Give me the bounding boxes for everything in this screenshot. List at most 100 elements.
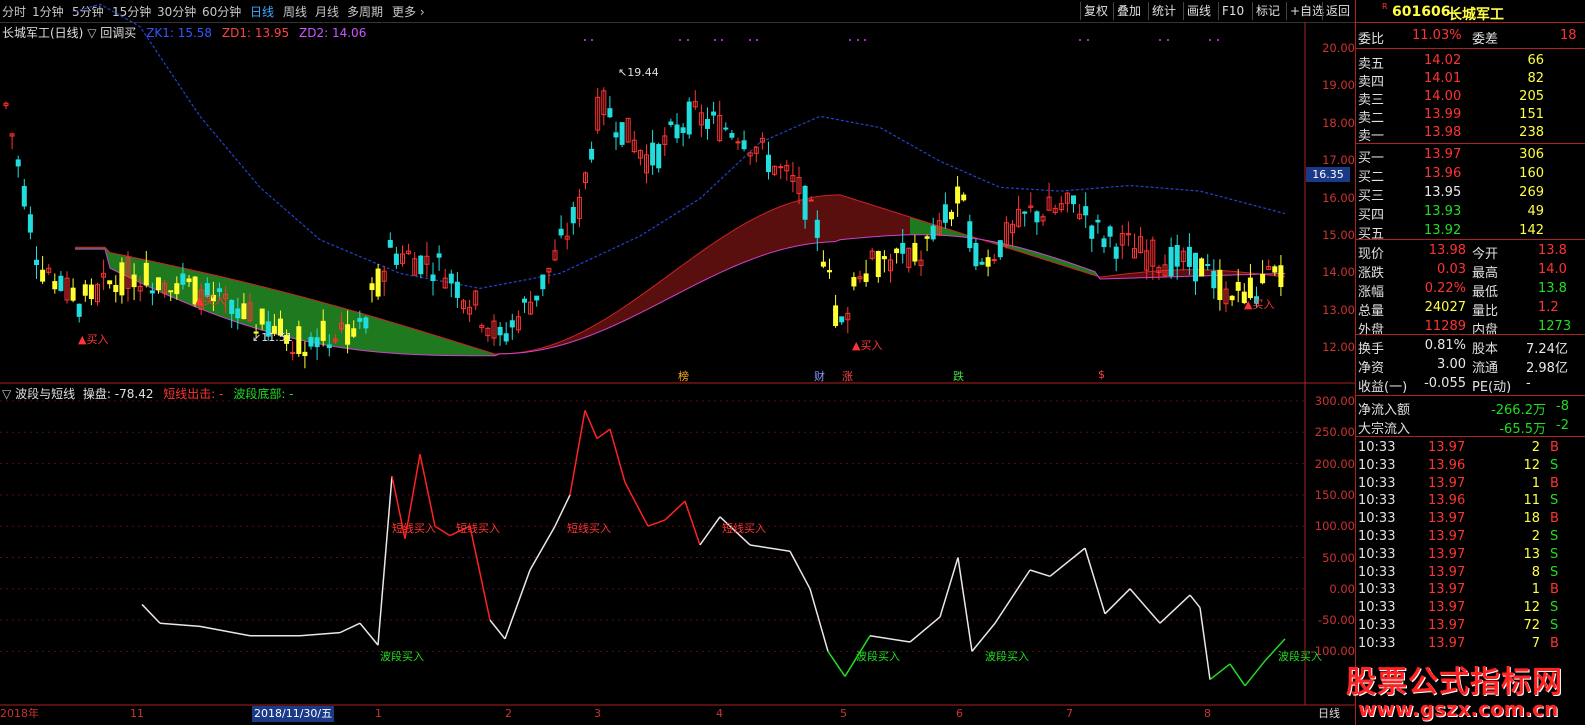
ribbon-segment [665, 274, 670, 301]
ribbon-segment [370, 315, 375, 352]
stat-value: 11289 [1424, 319, 1466, 334]
tick-time: 10:33 [1358, 635, 1396, 651]
event-marker-zhang[interactable]: 涨 [842, 368, 853, 384]
ribbon-segment [865, 202, 870, 238]
current-price-tag: 16.35 [1306, 167, 1350, 182]
candle-body [827, 270, 832, 273]
flow-value: -266.2万 [1491, 403, 1546, 418]
price-tick: 20.00 [1322, 41, 1355, 55]
ribbon-segment [880, 207, 885, 237]
buy-level-row[interactable]: 买四 13.93 49 [1356, 203, 1585, 223]
tick-row: 10:33 13.97 1 B [1356, 581, 1585, 599]
event-marker-die[interactable]: 跌 [953, 368, 964, 384]
tick-time: 10:33 [1358, 546, 1396, 562]
level-volume: 160 [1519, 166, 1544, 181]
signal-dot [849, 39, 851, 41]
buy-level-row[interactable]: 买三 13.95 269 [1356, 184, 1585, 204]
tick-volume: 7 [1531, 635, 1540, 651]
tick-price: 13.96 [1428, 457, 1466, 473]
watermark: 股票公式指标网 www.gszx.com.cn [1338, 655, 1585, 725]
band-buy-label: 波段买入 [856, 650, 900, 663]
buy-text: 买入 [860, 339, 883, 352]
stat-label: PE(动) [1472, 380, 1512, 395]
oscillator-segment [1084, 547, 1106, 615]
low-value: 11.51 [261, 331, 293, 344]
sub-tick: 50.00 [1322, 550, 1355, 565]
candle-body [1186, 246, 1192, 267]
short-exit: 短线出击: - [163, 387, 224, 401]
ribbon-segment [765, 210, 770, 255]
signal-dot [864, 39, 866, 41]
stat-label: 收益(一) [1358, 380, 1408, 395]
tick-side: B [1550, 635, 1559, 651]
candle-body [40, 269, 46, 282]
date-tick: 11 [130, 707, 144, 720]
buy-marker: ▲买入 [78, 333, 109, 346]
tick-row: 10:33 13.97 13 S [1356, 546, 1585, 564]
stat-row: 总量 24027 量比 1.2 [1356, 299, 1585, 319]
sell-level-row[interactable]: 卖四 14.01 82 [1356, 70, 1585, 90]
stat-label: 股本 [1472, 342, 1499, 357]
event-marker-dollar[interactable]: $ [1098, 368, 1105, 381]
level-price: 14.02 [1424, 53, 1462, 68]
candle-body [967, 221, 973, 249]
buy-level-row[interactable]: 买一 13.97 306 [1356, 146, 1585, 166]
sell-level-row[interactable]: 卖五 14.02 66 [1356, 52, 1585, 72]
tick-side: S [1550, 546, 1559, 562]
stat-row: 现价 13.98 今开 13.8 [1356, 242, 1585, 262]
stat-row: 涨幅 0.22% 最低 13.8 [1356, 280, 1585, 300]
sell-level-row[interactable]: 卖二 13.99 151 [1356, 106, 1585, 126]
candle-body [839, 316, 845, 323]
chart-canvas[interactable] [0, 0, 1355, 725]
candle-body [186, 278, 192, 283]
event-marker-bang[interactable]: 榜 [678, 368, 689, 384]
level-price: 13.98 [1424, 125, 1462, 140]
oscillator-segment [1104, 588, 1131, 615]
level-price: 14.00 [1424, 89, 1462, 104]
stat-label: 涨跌 [1358, 266, 1385, 281]
oscillator-segment [609, 428, 626, 483]
candle-body [711, 111, 717, 116]
stat-label: 总量 [1358, 304, 1385, 319]
oscillator-segment [489, 619, 506, 640]
ribbon-segment [770, 208, 775, 253]
candle-body [113, 284, 119, 292]
sell-level-row[interactable]: 卖三 14.00 205 [1356, 88, 1585, 108]
candle-body [613, 132, 619, 138]
triangle-down-icon[interactable]: ▽ [2, 387, 11, 401]
watermark-url: www.gszx.com.cn [1358, 697, 1559, 721]
tick-volume: 13 [1523, 546, 1540, 562]
candle-body [522, 298, 527, 303]
event-marker-cai[interactable]: 财 [814, 368, 825, 384]
oscillator-segment [339, 622, 361, 634]
date-tick: 5 [840, 707, 847, 720]
date-tick: 2018年 [0, 707, 39, 720]
ribbon-segment [885, 209, 890, 236]
stat-value: 1273 [1538, 319, 1572, 334]
candle-body [1107, 226, 1113, 237]
date-tick: 2 [505, 707, 512, 720]
sell-level-row[interactable]: 卖一 13.98 238 [1356, 124, 1585, 144]
buy-level-row[interactable]: 买二 13.96 160 [1356, 165, 1585, 185]
sub-chart-header: ▽ 波段与短线 操盘: -78.42 短线出击: - 波段底部: - [2, 385, 294, 402]
candle-body [894, 248, 900, 254]
ribbon-segment [925, 221, 930, 235]
sub-title[interactable]: 波段与短线 [15, 387, 75, 401]
tick-price: 13.96 [1428, 493, 1466, 509]
candle-body [656, 144, 662, 169]
candle-body [88, 284, 94, 300]
candle-body [497, 326, 503, 336]
signal-dot [749, 39, 751, 41]
stat-label: 净资 [1358, 361, 1385, 376]
candle-body [875, 251, 881, 278]
ribbon-segment [1180, 269, 1185, 277]
buy-level-row[interactable]: 买五 13.92 142 [1356, 222, 1585, 242]
ribbon-segment [870, 204, 875, 237]
short-buy-label: 短线买入 [567, 522, 611, 535]
signal-dot [584, 39, 586, 41]
candle-body [851, 277, 857, 287]
tick-price: 13.97 [1428, 440, 1466, 455]
weicha-label: 委差 [1472, 32, 1499, 47]
level-price: 13.92 [1424, 223, 1462, 238]
candle-body [241, 303, 247, 320]
